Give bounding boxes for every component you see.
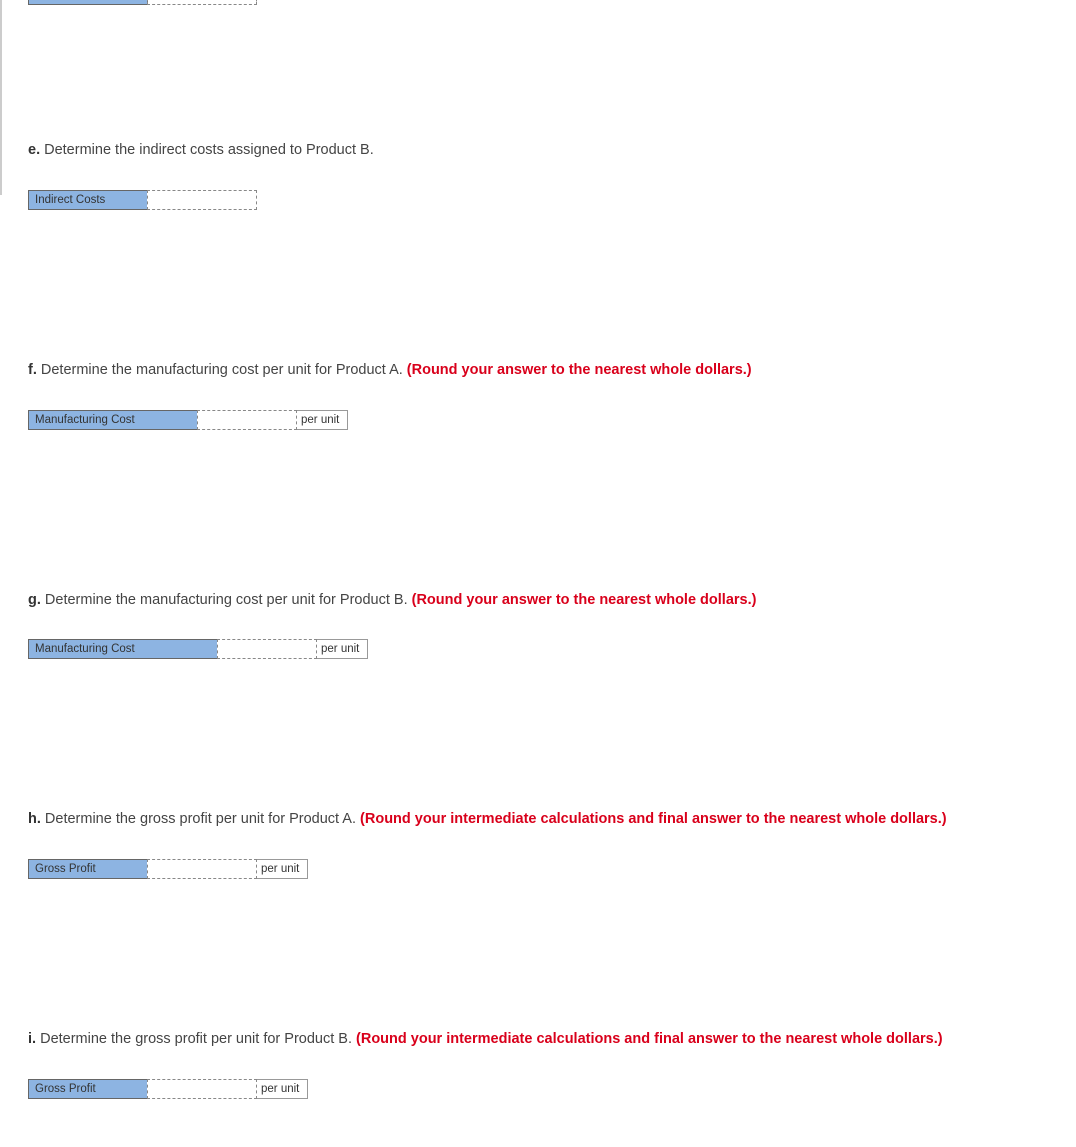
question-f-answer-row: Manufacturing Cost per unit: [28, 410, 1056, 430]
question-h-text: h. Determine the gross profit per unit f…: [28, 809, 1056, 831]
question-e: e. Determine the indirect costs assigned…: [28, 140, 1056, 210]
indirect-costs-input[interactable]: [147, 190, 257, 210]
gross-profit-a-input[interactable]: [147, 859, 257, 879]
question-g-text: g. Determine the manufacturing cost per …: [28, 590, 1056, 612]
question-h: h. Determine the gross profit per unit f…: [28, 809, 1056, 879]
gross-profit-b-label: Gross Profit: [28, 1079, 148, 1099]
question-g-body: Determine the manufacturing cost per uni…: [41, 592, 412, 608]
question-e-body: Determine the indirect costs assigned to…: [40, 142, 374, 158]
question-f-letter: f.: [28, 362, 37, 378]
manufacturing-cost-b-label: Manufacturing Cost: [28, 639, 218, 659]
question-e-letter: e.: [28, 142, 40, 158]
question-g: g. Determine the manufacturing cost per …: [28, 590, 1056, 660]
question-h-body: Determine the gross profit per unit for …: [41, 811, 360, 827]
question-f: f. Determine the manufacturing cost per …: [28, 360, 1056, 430]
question-f-note: (Round your answer to the nearest whole …: [407, 362, 752, 378]
manufacturing-cost-b-input[interactable]: [217, 639, 317, 659]
gross-profit-a-label: Gross Profit: [28, 859, 148, 879]
gross-profit-b-unit: per unit: [257, 1079, 308, 1099]
question-g-answer-row: Manufacturing Cost per unit: [28, 639, 1056, 659]
question-i-text: i. Determine the gross profit per unit f…: [28, 1029, 1056, 1051]
question-i-note: (Round your intermediate calculations an…: [356, 1031, 943, 1047]
question-e-text: e. Determine the indirect costs assigned…: [28, 140, 1056, 162]
question-f-text: f. Determine the manufacturing cost per …: [28, 360, 1056, 382]
question-e-answer-row: Indirect Costs: [28, 190, 1056, 210]
top-label-cell: [28, 0, 148, 5]
question-h-answer-row: Gross Profit per unit: [28, 859, 1056, 879]
manufacturing-cost-a-unit: per unit: [297, 410, 348, 430]
question-i: i. Determine the gross profit per unit f…: [28, 1029, 1056, 1099]
question-i-answer-row: Gross Profit per unit: [28, 1079, 1056, 1099]
question-i-body: Determine the gross profit per unit for …: [36, 1031, 356, 1047]
manufacturing-cost-b-unit: per unit: [317, 639, 368, 659]
manufacturing-cost-a-label: Manufacturing Cost: [28, 410, 198, 430]
question-h-letter: h.: [28, 811, 41, 827]
page-left-border: [0, 0, 2, 195]
manufacturing-cost-a-input[interactable]: [197, 410, 297, 430]
gross-profit-b-input[interactable]: [147, 1079, 257, 1099]
question-g-note: (Round your answer to the nearest whole …: [412, 592, 757, 608]
indirect-costs-label: Indirect Costs: [28, 190, 148, 210]
gross-profit-a-unit: per unit: [257, 859, 308, 879]
top-fragment-row: [28, 0, 1056, 5]
question-i-letter: i.: [28, 1031, 36, 1047]
question-h-note: (Round your intermediate calculations an…: [360, 811, 947, 827]
question-g-letter: g.: [28, 592, 41, 608]
top-input-cell[interactable]: [147, 0, 257, 5]
question-f-body: Determine the manufacturing cost per uni…: [37, 362, 407, 378]
